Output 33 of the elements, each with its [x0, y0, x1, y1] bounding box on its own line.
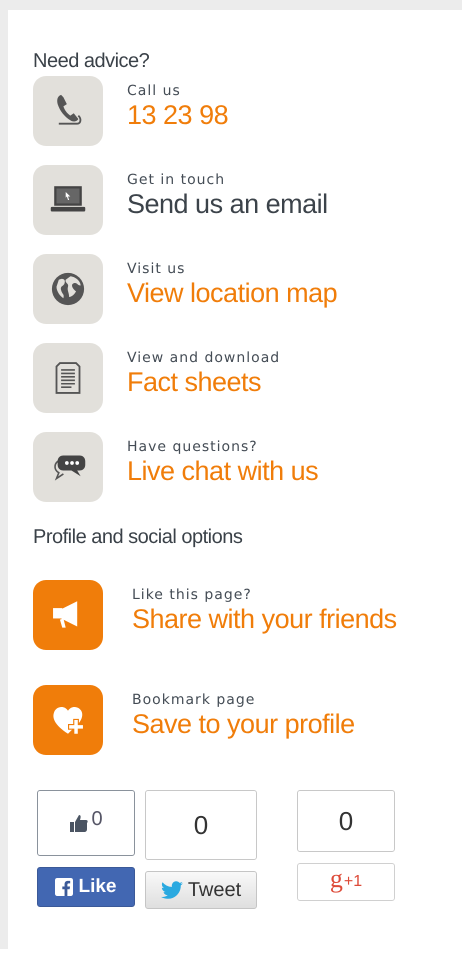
count-number: 0 — [91, 808, 103, 830]
action-link[interactable]: Send us an email — [127, 188, 328, 218]
section-heading: Profile and social options — [33, 526, 244, 549]
action-link[interactable]: View location map — [127, 278, 338, 308]
plus-one-button[interactable]: g+1 — [297, 863, 395, 901]
link-caption: View and download — [127, 350, 280, 366]
action-link[interactable]: 13 23 98 — [127, 100, 228, 130]
link-caption: Have questions? — [127, 438, 259, 456]
link-caption: Get in touch — [127, 172, 226, 188]
f-logo-icon — [55, 878, 74, 896]
tweet-button[interactable]: Tweet — [145, 871, 257, 909]
action-link[interactable]: Share with your friends — [132, 604, 397, 634]
bird-icon — [160, 881, 183, 899]
thumbs-up-icon — [69, 813, 90, 833]
phone-tile-icon[interactable] — [33, 76, 103, 146]
globe-tile-icon[interactable] — [33, 254, 103, 324]
action-link[interactable]: Live chat with us — [127, 456, 318, 486]
link-caption: Visit us — [127, 260, 186, 278]
laptop-tile-icon[interactable] — [33, 165, 103, 235]
section-heading: Need advice? — [33, 50, 150, 73]
action-link[interactable]: Save to your profile — [132, 708, 355, 738]
link-caption: Like this page? — [132, 586, 253, 604]
g-logo: g — [330, 864, 343, 894]
megaphone-tile-icon[interactable] — [33, 580, 103, 650]
link-caption: Call us — [127, 82, 182, 100]
document-tile-icon[interactable] — [33, 343, 103, 413]
share-count: 0 — [297, 790, 395, 852]
action-link[interactable]: Fact sheets — [127, 366, 280, 396]
chat-tile-icon[interactable] — [33, 432, 103, 502]
heart-plus-tile-icon[interactable] — [33, 685, 103, 755]
share-count: 0 — [145, 790, 257, 860]
like-button[interactable]: Like — [37, 867, 135, 907]
link-caption: Bookmark page — [132, 692, 256, 708]
